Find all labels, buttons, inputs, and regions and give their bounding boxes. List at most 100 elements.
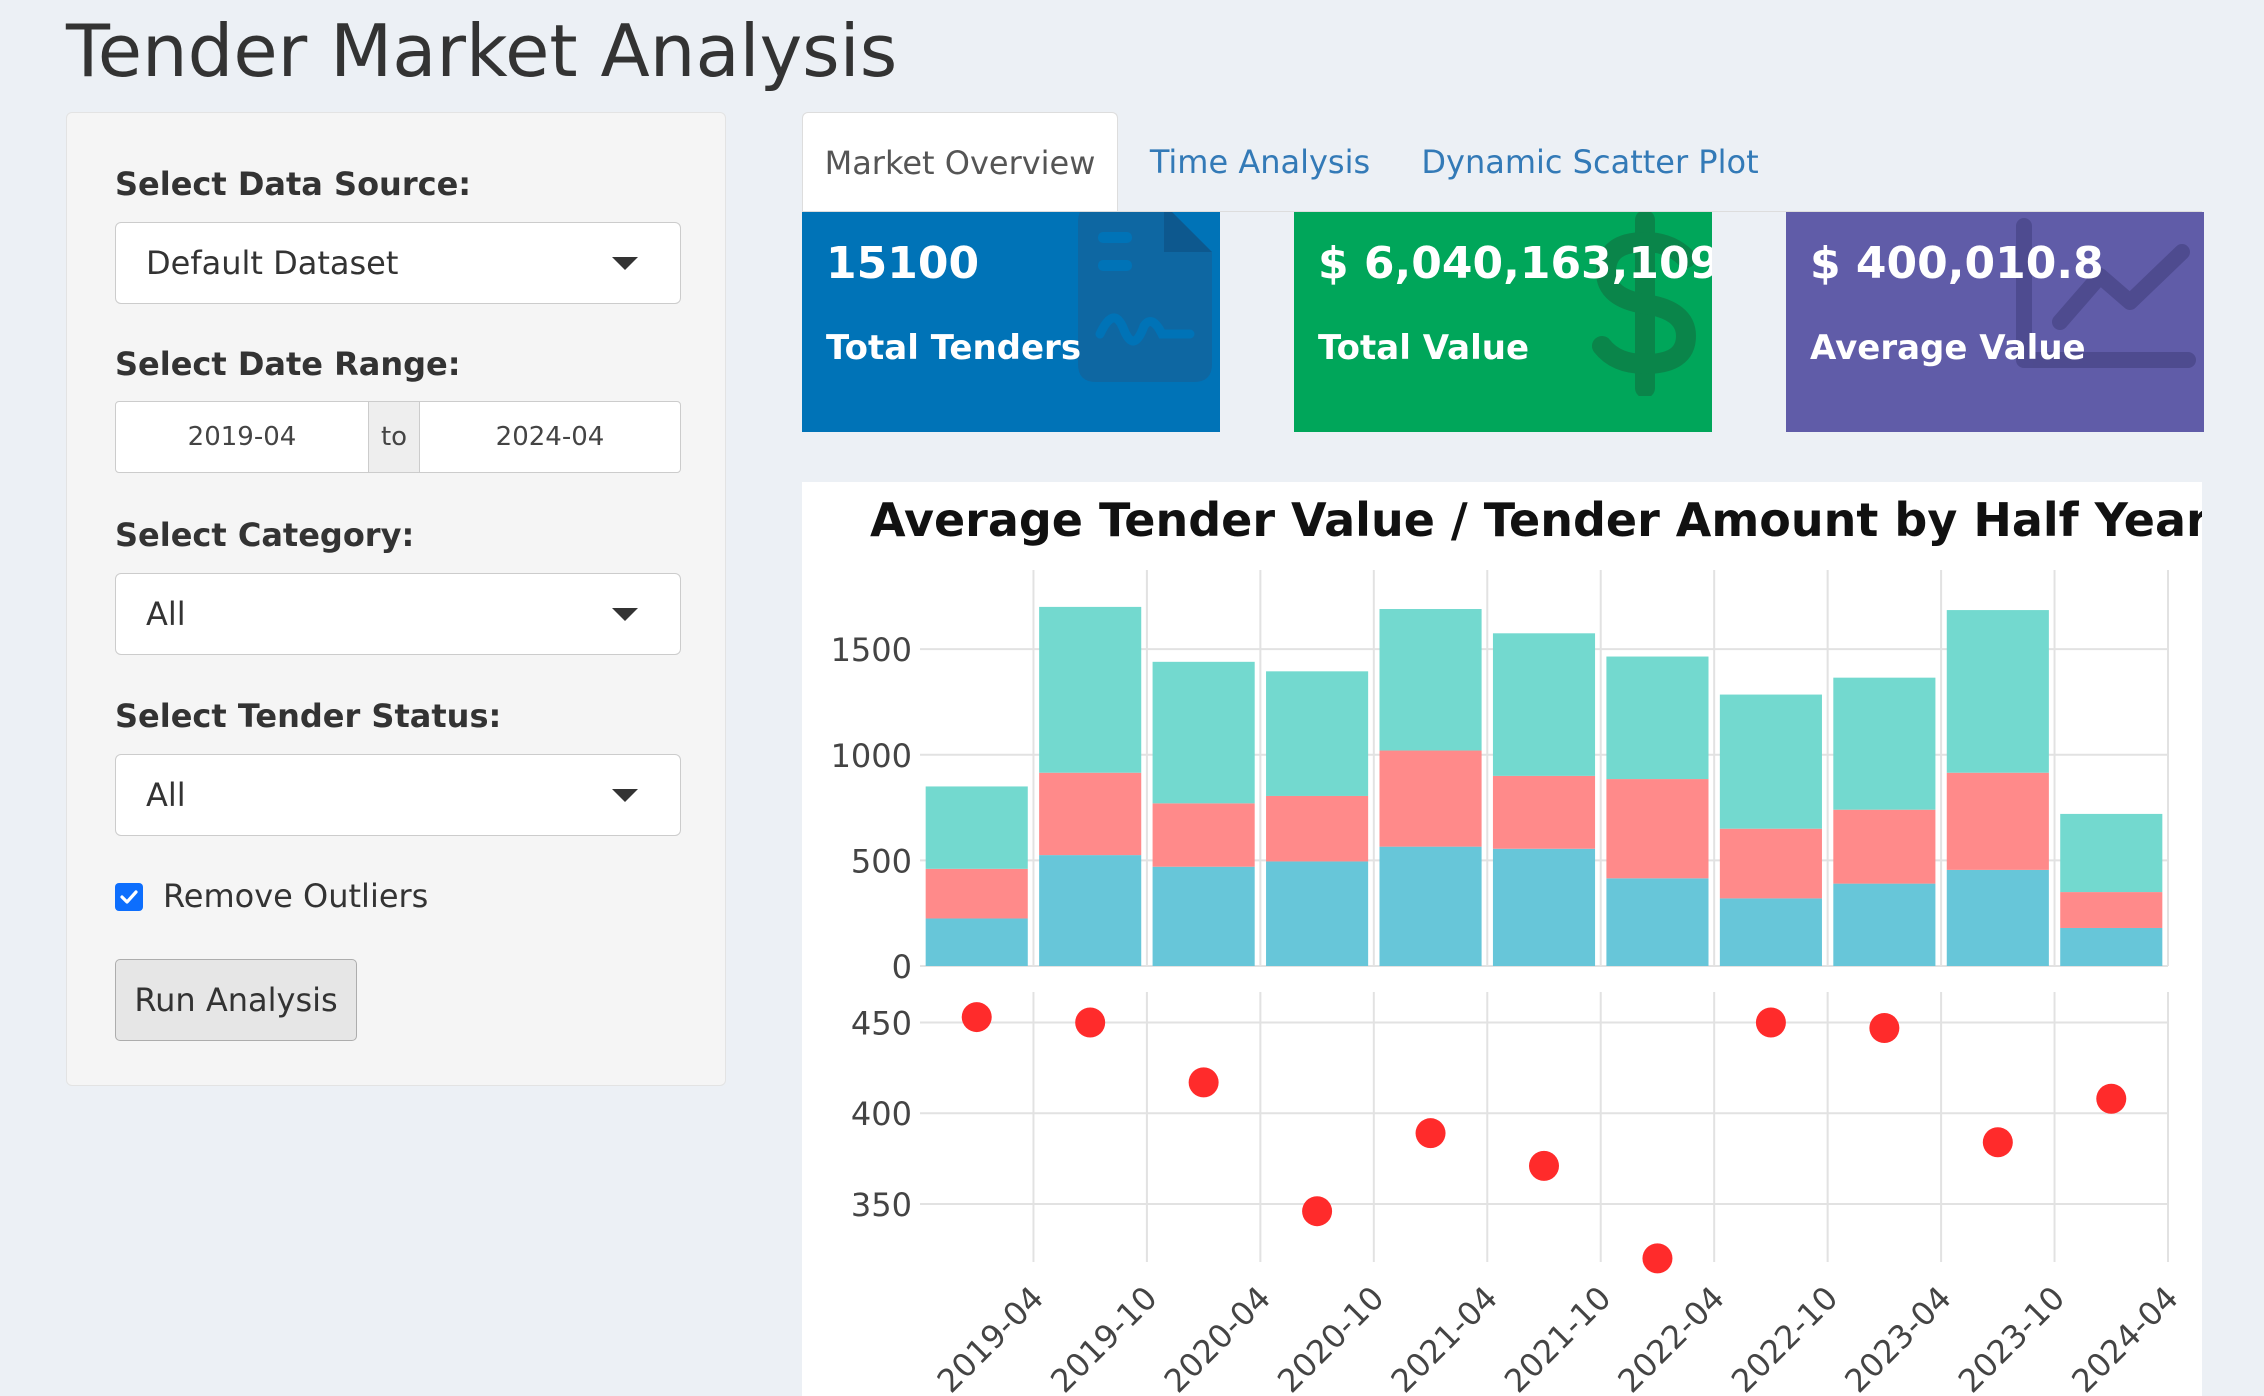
- bar-segment-series-3: [925, 786, 1028, 869]
- chevron-down-icon: [612, 608, 638, 621]
- bar-segment-series-3: [1492, 633, 1596, 776]
- average-value-amount: $ 400,010.8: [1810, 238, 2104, 289]
- bar-segment-series-3: [1719, 694, 1822, 829]
- bar-segment-series-1: [1946, 869, 2049, 966]
- bar-segment-series-1: [1379, 846, 1482, 966]
- tender-status-select[interactable]: All: [115, 754, 681, 836]
- tab-time-analysis[interactable]: Time Analysis: [1140, 112, 1380, 212]
- x-tick-label: 2024-04: [2064, 1279, 2185, 1396]
- category-select[interactable]: All: [115, 573, 681, 655]
- bar-segment-series-1: [1833, 883, 1936, 966]
- date-range-separator: to: [368, 402, 420, 472]
- data-source-label: Select Data Source:: [115, 165, 472, 203]
- date-end-input[interactable]: 2024-04: [420, 402, 680, 472]
- value-box-total-tenders: 15100 Total Tenders: [802, 212, 1220, 432]
- scatter-point: [1415, 1118, 1446, 1149]
- scatter-y-tick-label: 350: [851, 1186, 912, 1224]
- scatter-point: [1755, 1007, 1786, 1038]
- chart-svg: 0500100015003504004502019-042019-102020-…: [831, 493, 2202, 1396]
- x-tick-label: 2022-10: [1724, 1279, 1845, 1396]
- x-tick-label: 2023-04: [1837, 1279, 1958, 1396]
- scatter-point: [1302, 1196, 1333, 1227]
- bar-segment-series-2: [1833, 809, 1936, 884]
- page-title: Tender Market Analysis: [66, 9, 898, 93]
- scatter-point: [1075, 1007, 1106, 1038]
- bar-y-tick-label: 1500: [831, 631, 912, 669]
- bar-segment-series-2: [1379, 750, 1482, 847]
- bar-segment-series-1: [1152, 866, 1255, 966]
- bar-segment-series-3: [1946, 610, 2049, 773]
- value-box-average-value: $ 400,010.8 Average Value: [1786, 212, 2204, 432]
- file-contract-icon: [1078, 212, 1212, 382]
- total-tenders-label: Total Tenders: [826, 328, 1082, 368]
- x-tick-label: 2019-04: [930, 1279, 1051, 1396]
- x-tick-label: 2020-10: [1270, 1279, 1391, 1396]
- bar-segment-series-1: [1039, 855, 1142, 966]
- bar-segment-series-2: [1039, 772, 1142, 856]
- bar-y-tick-label: 1000: [831, 737, 912, 775]
- bar-segment-series-2: [1719, 828, 1822, 899]
- tab-dynamic-scatter-plot[interactable]: Dynamic Scatter Plot: [1420, 112, 1760, 212]
- bar-segment-series-1: [2060, 927, 2163, 966]
- bar-segment-series-3: [2060, 813, 2163, 893]
- value-box-total-value: $ 6,040,163,109 Total Value: [1294, 212, 1712, 432]
- chevron-down-icon: [612, 257, 638, 270]
- scatter-point: [2096, 1083, 2127, 1114]
- remove-outliers-label[interactable]: Remove Outliers: [163, 877, 428, 915]
- scatter-point: [1982, 1127, 2013, 1158]
- bar-segment-series-3: [1833, 677, 1936, 810]
- scatter-y-tick-label: 450: [851, 1005, 912, 1043]
- bar-segment-series-3: [1266, 671, 1369, 796]
- scatter-point: [1869, 1012, 1900, 1043]
- category-value: All: [146, 595, 186, 633]
- bar-y-tick-label: 500: [851, 842, 912, 880]
- bar-segment-series-2: [925, 868, 1028, 919]
- scatter-y-tick-label: 400: [851, 1095, 912, 1133]
- date-start-input[interactable]: 2019-04: [116, 402, 368, 472]
- bar-segment-series-1: [925, 918, 1028, 966]
- data-source-value: Default Dataset: [146, 244, 399, 282]
- bar-segment-series-1: [1266, 861, 1369, 966]
- chart-title: Average Tender Value / Tender Amount by …: [870, 493, 2202, 547]
- date-range-label: Select Date Range:: [115, 345, 461, 383]
- x-tick-label: 2020-04: [1157, 1279, 1278, 1396]
- bar-segment-series-2: [1492, 775, 1596, 849]
- data-source-select[interactable]: Default Dataset: [115, 222, 681, 304]
- total-tenders-value: 15100: [826, 238, 980, 289]
- tab-market-overview[interactable]: Market Overview: [802, 112, 1118, 212]
- scatter-point: [1529, 1150, 1559, 1181]
- total-value-amount: $ 6,040,163,109: [1318, 238, 1712, 289]
- chart-panel: 0 500 1000 1500 350 400 450 2019-04 2019-10 2020-…: [802, 482, 2202, 1396]
- scatter-point: [1188, 1067, 1219, 1098]
- scatter-point: [1642, 1243, 1673, 1274]
- bar-segment-series-3: [1039, 606, 1142, 773]
- run-analysis-button[interactable]: Run Analysis: [115, 959, 357, 1041]
- bar-segment-series-2: [1266, 795, 1369, 862]
- bar-y-tick-label: 0: [892, 948, 912, 986]
- x-tick-label: 2023-10: [1951, 1279, 2072, 1396]
- checkmark-icon: [120, 890, 138, 904]
- x-tick-label: 2019-10: [1043, 1279, 1164, 1396]
- average-value-label: Average Value: [1810, 328, 2086, 368]
- sidebar-panel: Select Data Source: Default Dataset Sele…: [66, 112, 726, 1086]
- scatter-point: [961, 1002, 992, 1033]
- bar-segment-series-2: [1946, 772, 2049, 870]
- date-range-input: 2019-04 to 2024-04: [115, 401, 681, 473]
- x-tick-label: 2021-10: [1497, 1279, 1618, 1396]
- tender-status-value: All: [146, 776, 186, 814]
- bar-segment-series-3: [1606, 656, 1709, 780]
- x-tick-label: 2022-04: [1610, 1279, 1731, 1396]
- tender-status-label: Select Tender Status:: [115, 697, 502, 735]
- total-value-label: Total Value: [1318, 328, 1530, 368]
- bar-segment-series-2: [1606, 779, 1709, 879]
- category-label: Select Category:: [115, 516, 415, 554]
- bar-segment-series-1: [1492, 848, 1596, 966]
- bar-segment-series-2: [2060, 892, 2163, 928]
- x-tick-label: 2021-04: [1384, 1279, 1505, 1396]
- remove-outliers-checkbox[interactable]: [115, 883, 143, 911]
- bar-segment-series-1: [1606, 878, 1709, 966]
- bar-segment-series-2: [1152, 803, 1255, 867]
- bar-segment-series-3: [1152, 661, 1255, 804]
- bar-segment-series-3: [1379, 609, 1482, 751]
- bar-segment-series-1: [1719, 898, 1822, 966]
